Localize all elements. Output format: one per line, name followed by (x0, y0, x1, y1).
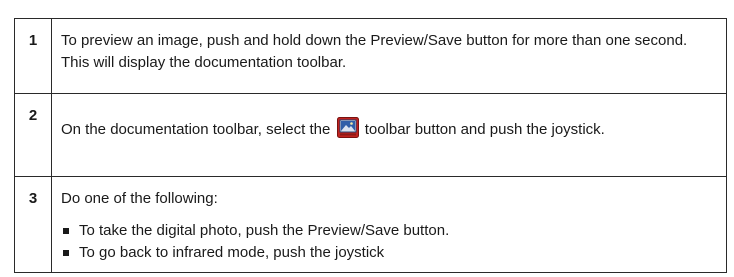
step-text-after-icon: toolbar button and push the joystick. (364, 121, 605, 138)
step-text: Do one of the following: To take the dig… (51, 176, 727, 273)
square-bullet-icon (63, 228, 69, 234)
image-toolbar-button-icon (336, 117, 359, 138)
step-row-3: 3 Do one of the following: To take the d… (14, 176, 727, 273)
step-number: 2 (14, 93, 52, 177)
step-intro: Do one of the following: (61, 190, 218, 207)
bullet-list: To take the digital photo, push the Prev… (61, 220, 714, 264)
step-text-before-icon: On the documentation toolbar, select the (61, 121, 331, 138)
step-row-2: 2 On the documentation toolbar, select t… (14, 93, 727, 177)
step-row-1: 1 To preview an image, push and hold dow… (14, 18, 727, 94)
list-item: To go back to infrared mode, push the jo… (61, 242, 714, 264)
square-bullet-icon (63, 250, 69, 256)
step-number: 3 (14, 176, 52, 273)
instruction-table: 1 To preview an image, push and hold dow… (14, 18, 727, 273)
list-item-text: To take the digital photo, push the Prev… (79, 222, 450, 239)
step-number: 1 (14, 18, 52, 94)
step-text: On the documentation toolbar, select the… (51, 93, 727, 177)
list-item: To take the digital photo, push the Prev… (61, 220, 714, 242)
step-text: To preview an image, push and hold down … (51, 18, 727, 94)
list-item-text: To go back to infrared mode, push the jo… (79, 244, 385, 261)
